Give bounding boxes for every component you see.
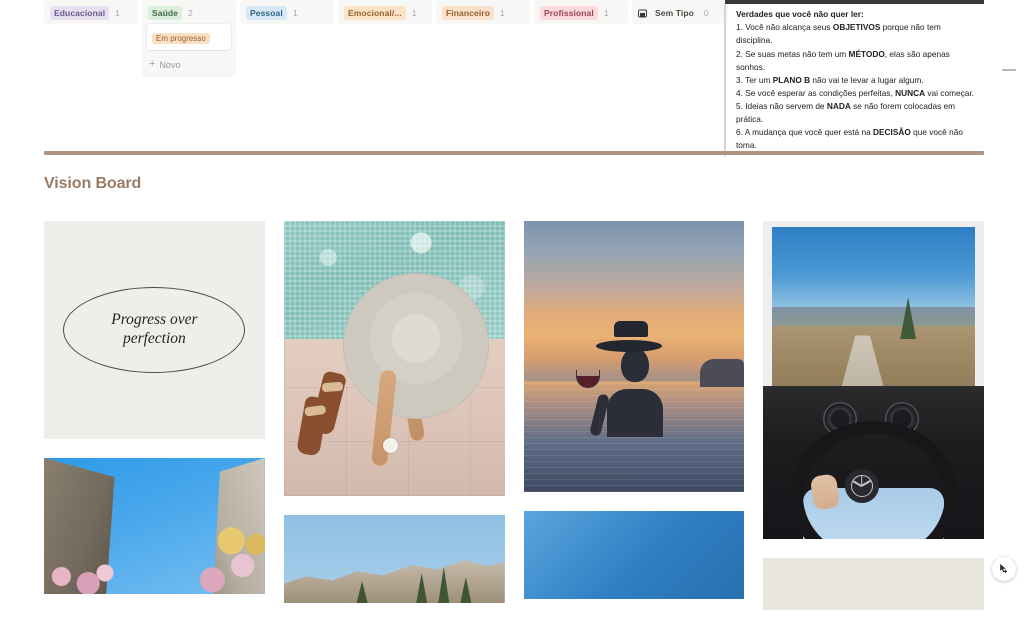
plus-icon: + [149,58,156,71]
add-new-label: Novo [159,59,181,70]
quote-callout[interactable]: Verdades que você não quer ler: 1. Você … [724,4,984,157]
ellipse-text: Progress over perfection [111,311,197,349]
column-header: Pessoal 1 [245,4,329,24]
cursor-move-icon [1000,564,1008,574]
quote-line-1: 1. Você não alcança seus OBJETIVOS porqu… [736,22,941,46]
quote-line-3: 3. Ter um PLANO B não vai te levar a lug… [736,74,924,85]
flowers-right [189,523,265,594]
sun-hat [343,273,490,420]
silhouette-head [620,348,649,383]
photo-poolside-sunhat[interactable] [283,221,505,496]
quote-line-4: 4. Se você esperar as condições perfeita… [736,87,974,98]
kanban-board: Educacional 1 Saúde 2 Em progresso + Nov… [44,0,728,78]
quote-line-2: 2. Se suas metas não tem um MÉTODO, elas… [736,48,950,72]
kanban-column-emocional[interactable]: Emocional/... 1 [338,0,432,25]
column-count: 1 [499,8,505,19]
photo-sunset-infinity-pool[interactable] [523,221,745,492]
mercedes-star-icon [850,475,873,498]
column-header: Profissional 1 [539,4,623,24]
column-header: Educacional 1 [49,4,133,24]
kanban-column-sem-tipo[interactable]: Sem Tipo 0 [632,0,728,25]
driver-hand [809,473,841,512]
quote-line-b: perfection [122,330,186,347]
quote-card-progress-over-perfection[interactable]: Progress over perfection [44,221,265,439]
column-count: 1 [603,8,609,19]
quote-line-5: 5. Ideias não servem de NADA se não fore… [736,100,956,125]
add-new-card-button[interactable]: + Novo [147,54,231,77]
photo-buildings-blue-sky[interactable] [44,458,265,594]
column-count: 1 [411,8,417,19]
rock-island [700,359,745,388]
column-label: Sem Tipo [655,7,694,18]
section-divider [44,151,984,155]
flowers-left [48,558,115,594]
column-header: Emocional/... 1 [343,4,427,24]
column-label: Pessoal [246,6,287,21]
column-label: Saúde [148,6,183,21]
ellipse-frame: Progress over perfection [63,287,246,373]
photo-car-interior-mercedes[interactable] [763,221,984,539]
quote-line-6: 6. A mudança que você quer está na DECIS… [736,127,963,151]
cream-blank-card[interactable] [763,558,984,610]
quote-panel: Verdades que você não quer ler: 1. Você … [724,0,984,157]
page-title: Vision Board [44,175,142,192]
kanban-column-saude[interactable]: Saúde 2 Em progresso + Novo [142,0,236,78]
column-header: Financeiro 1 [441,4,525,24]
steering-wheel-hub [844,469,879,504]
column-count: 2 [188,8,193,19]
window-icon [638,9,647,18]
kanban-column-pessoal[interactable]: Pessoal 1 [240,0,334,25]
column-label: Emocional/... [344,6,406,21]
column-header: Sem Tipo 0 [637,4,723,24]
wine-glass-stem [598,410,601,431]
silhouette-hat-crown [614,321,648,338]
column-label: Educacional [50,6,110,21]
column-label: Financeiro [442,6,494,21]
quote-title: Verdades que você não quer ler: [736,9,864,19]
column-count: 1 [115,8,120,19]
silhouette-body [607,389,664,438]
photo-blue-sky[interactable] [523,511,745,599]
quote-line-a: Progress over [111,311,198,329]
kanban-card[interactable]: Em progresso [147,24,231,51]
kanban-column-educacional[interactable]: Educacional 1 [44,0,138,25]
column-label: Profissional [540,6,598,21]
column-count: 1 [292,8,298,19]
kanban-column-financeiro[interactable]: Financeiro 1 [436,0,530,25]
cursor-move-button[interactable] [992,557,1016,581]
card-status-tag: Em progresso [152,33,210,45]
kanban-column-profissional[interactable]: Profissional 1 [534,0,628,25]
column-header: Saúde 2 [147,4,231,24]
column-count: 0 [703,8,709,19]
vision-board-gallery: Progress over perfection [44,221,984,621]
collapse-handle[interactable] [1002,69,1016,71]
